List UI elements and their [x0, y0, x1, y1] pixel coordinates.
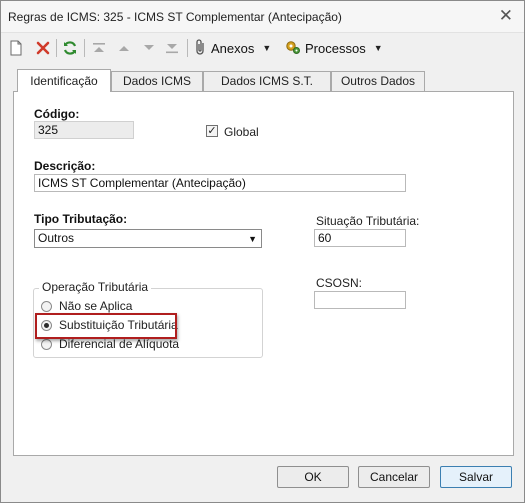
descricao-field[interactable]: ICMS ST Complementar (Antecipação) [34, 174, 406, 192]
save-button[interactable]: Salvar [440, 466, 512, 488]
tipo-tributacao-label: Tipo Tributação: [34, 212, 128, 226]
situacao-tributaria-label: Situação Tributária: [316, 214, 420, 228]
chevron-down-icon: ▼ [248, 234, 257, 244]
codigo-field[interactable]: 325 [34, 121, 134, 139]
tipo-tributacao-select[interactable]: Outros ▼ [34, 229, 262, 248]
csosn-label: CSOSN: [316, 276, 363, 290]
processos-button[interactable]: Processos ▼ [285, 38, 383, 58]
move-first-icon[interactable] [92, 38, 106, 58]
tipo-tributacao-value: Outros [38, 231, 75, 245]
csosn-field[interactable] [314, 291, 406, 309]
toolbar-separator [84, 39, 85, 57]
dialog-window: Regras de ICMS: 325 - ICMS ST Complement… [0, 0, 525, 503]
cancel-button[interactable]: Cancelar [358, 466, 430, 488]
window-title: Regras de ICMS: 325 - ICMS ST Complement… [8, 10, 342, 24]
nao-se-aplica-label: Não se Aplica [59, 299, 133, 313]
new-doc-icon[interactable] [9, 38, 23, 58]
highlight-box [35, 313, 177, 339]
process-icon [285, 39, 301, 58]
anexos-button[interactable]: Anexos ▼ [195, 38, 271, 58]
global-label: Global [224, 125, 259, 139]
toolbar-separator [56, 39, 57, 57]
diferencial-aliquota-label: Diferencial de Alíquota [59, 337, 180, 351]
tab-panel [13, 91, 514, 456]
operacao-tributaria-title: Operação Tributária [39, 280, 152, 294]
processos-label: Processos [305, 40, 366, 56]
descricao-label: Descrição: [34, 159, 96, 173]
close-icon[interactable]: ✕ [499, 6, 513, 26]
anexos-label: Anexos [211, 40, 255, 56]
delete-icon[interactable] [35, 38, 51, 58]
move-up-icon[interactable] [117, 38, 131, 58]
tab-identificacao[interactable]: Identificação [17, 69, 111, 92]
toolbar: Anexos ▼ Processos ▼ [1, 33, 524, 63]
move-down-icon[interactable] [142, 38, 156, 58]
tab-outros-dados[interactable]: Outros Dados [331, 71, 425, 91]
chevron-down-icon: ▼ [262, 43, 272, 53]
radio-diferencial-aliquota[interactable] [41, 339, 52, 350]
tab-dados-icms-st[interactable]: Dados ICMS S.T. [203, 71, 331, 91]
move-last-icon[interactable] [165, 38, 179, 58]
title-bar: Regras de ICMS: 325 - ICMS ST Complement… [1, 1, 524, 33]
radio-nao-se-aplica[interactable] [41, 301, 52, 312]
chevron-down-icon: ▼ [373, 43, 383, 53]
attachment-icon [195, 38, 207, 58]
toolbar-separator [187, 39, 188, 57]
situacao-tributaria-field[interactable]: 60 [314, 229, 406, 247]
codigo-label: Código: [34, 107, 80, 121]
tab-dados-icms[interactable]: Dados ICMS [111, 71, 203, 91]
refresh-icon[interactable] [62, 38, 78, 58]
ok-button[interactable]: OK [277, 466, 349, 488]
global-checkbox[interactable]: ✓ [206, 125, 218, 137]
